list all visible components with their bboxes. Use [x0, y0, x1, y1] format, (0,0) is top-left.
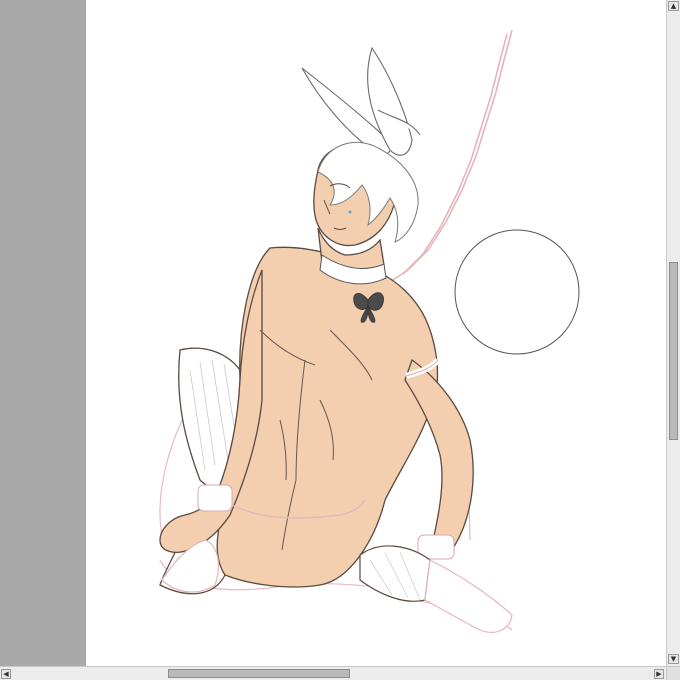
arrow-down-icon: ▼ [670, 655, 677, 663]
horizontal-scrollbar[interactable]: ◀ ▶ [0, 666, 666, 680]
horizontal-scroll-thumb[interactable] [168, 669, 350, 678]
vertical-scroll-thumb[interactable] [669, 262, 678, 440]
arrow-right-icon: ▶ [656, 670, 662, 678]
circle-shape [454, 229, 580, 355]
scroll-left-button[interactable]: ◀ [1, 669, 11, 679]
artwork-illustration [159, 29, 580, 633]
scrollbar-corner [666, 666, 680, 680]
arrow-left-icon: ◀ [3, 670, 9, 678]
drawing-canvas[interactable] [86, 0, 666, 666]
left-gray-pane [0, 0, 86, 666]
chain-sketch [389, 29, 513, 283]
vertical-scrollbar[interactable]: ▲ ▼ [666, 0, 680, 666]
scroll-up-button[interactable]: ▲ [668, 1, 679, 11]
arrow-up-icon: ▲ [670, 2, 677, 10]
scroll-down-button[interactable]: ▼ [668, 654, 679, 664]
scroll-right-button[interactable]: ▶ [654, 669, 664, 679]
bunny-ears [301, 46, 421, 156]
